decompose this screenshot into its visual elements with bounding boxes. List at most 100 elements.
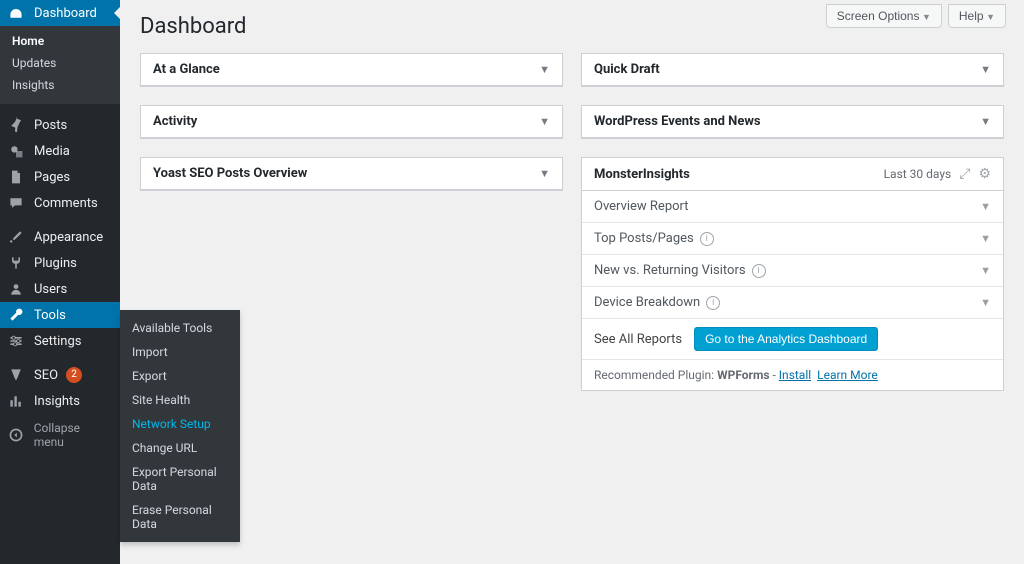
sidebar-item-dashboard[interactable]: Dashboard: [0, 0, 120, 26]
panel-activity: Activity ▼: [140, 105, 563, 139]
mi-rec-prefix: Recommended Plugin:: [594, 368, 717, 382]
panel-head[interactable]: Yoast SEO Posts Overview ▼: [141, 158, 562, 190]
expand-icon[interactable]: ⤢: [959, 166, 970, 182]
mi-row-label: New vs. Returning Visitors: [594, 263, 746, 278]
chart-icon: [8, 393, 26, 409]
info-icon[interactable]: i: [706, 296, 720, 310]
sidebar-item-label: Settings: [34, 334, 81, 349]
mi-row-label: Overview Report: [594, 199, 689, 214]
brush-icon: [8, 229, 26, 245]
panel-head: MonsterInsights Last 30 days ⤢ ⚙: [582, 158, 1003, 191]
dashboard-col-left: At a Glance ▼ Activity ▼ Yoast SEO Posts…: [140, 53, 563, 209]
mi-learn-link[interactable]: Learn More: [817, 368, 878, 382]
sidebar-item-plugins[interactable]: Plugins: [0, 250, 120, 276]
panel-at-a-glance: At a Glance ▼: [140, 53, 563, 87]
panel-quick-draft: Quick Draft ▼: [581, 53, 1004, 87]
yoast-icon: [8, 367, 26, 383]
chevron-down-icon[interactable]: ▼: [980, 115, 991, 128]
mi-row-label: Device Breakdown: [594, 295, 700, 310]
chevron-down-icon[interactable]: ▼: [539, 63, 550, 76]
sidebar-item-posts[interactable]: Posts: [0, 112, 120, 138]
chevron-down-icon: ▼: [980, 264, 991, 277]
panel-title: At a Glance: [153, 62, 220, 77]
sidebar-item-appearance[interactable]: Appearance: [0, 224, 120, 250]
sidebar-item-label: Pages: [34, 170, 70, 185]
sidebar-item-insights[interactable]: Insights: [0, 388, 120, 414]
sidebar-item-settings[interactable]: Settings: [0, 328, 120, 354]
panel-monsterinsights: MonsterInsights Last 30 days ⤢ ⚙ Overvie…: [581, 157, 1004, 391]
pin-icon: [8, 117, 26, 133]
panel-title: Quick Draft: [594, 62, 660, 77]
panel-head[interactable]: Quick Draft ▼: [582, 54, 1003, 86]
panel-title: MonsterInsights: [594, 167, 690, 182]
mi-see-all-reports[interactable]: See All Reports: [594, 332, 682, 347]
dashboard-submenu: Home Updates Insights: [0, 26, 120, 104]
panel-head[interactable]: Activity ▼: [141, 106, 562, 138]
plugin-icon: [8, 255, 26, 271]
panel-title: WordPress Events and News: [594, 114, 761, 129]
mi-row-device[interactable]: Device Breakdown i ▼: [582, 287, 1003, 319]
sliders-icon: [8, 333, 26, 349]
page-icon: [8, 169, 26, 185]
sidebar-item-label: Collapse menu: [34, 421, 112, 449]
sidebar-item-seo[interactable]: SEO 2: [0, 362, 120, 388]
panel-title: Yoast SEO Posts Overview: [153, 166, 307, 181]
mi-install-link[interactable]: Install: [779, 368, 811, 382]
sidebar-sub-insights[interactable]: Insights: [0, 74, 120, 96]
sidebar-item-label: Users: [34, 282, 67, 297]
sidebar-item-label: Posts: [34, 118, 67, 133]
panel-yoast-overview: Yoast SEO Posts Overview ▼: [140, 157, 563, 191]
admin-sidebar: Dashboard Home Updates Insights Posts Me…: [0, 0, 120, 564]
chevron-down-icon[interactable]: ▼: [539, 115, 550, 128]
chevron-down-icon: ▼: [980, 200, 991, 213]
sidebar-item-comments[interactable]: Comments: [0, 190, 120, 216]
mi-rec-plugin: WPForms: [717, 368, 769, 382]
mi-date-range: Last 30 days: [884, 167, 952, 181]
sidebar-item-tools[interactable]: Tools: [0, 302, 120, 328]
sidebar-item-media[interactable]: Media: [0, 138, 120, 164]
mi-cta-button[interactable]: Go to the Analytics Dashboard: [694, 327, 878, 351]
panel-title: Activity: [153, 114, 197, 129]
mi-row-top-posts[interactable]: Top Posts/Pages i ▼: [582, 223, 1003, 255]
media-icon: [8, 143, 26, 159]
user-icon: [8, 281, 26, 297]
chevron-down-icon: ▼: [980, 296, 991, 309]
info-icon[interactable]: i: [752, 264, 766, 278]
panel-events-news: WordPress Events and News ▼: [581, 105, 1004, 139]
sidebar-item-label: Tools: [34, 308, 66, 323]
comments-icon: [8, 195, 26, 211]
dashboard-icon: [8, 5, 26, 21]
chevron-down-icon[interactable]: ▼: [539, 167, 550, 180]
sidebar-item-pages[interactable]: Pages: [0, 164, 120, 190]
sidebar-item-label: Plugins: [34, 256, 77, 271]
chevron-down-icon: ▼: [980, 232, 991, 245]
sidebar-collapse[interactable]: Collapse menu: [0, 422, 120, 448]
page-title: Dashboard: [140, 14, 1004, 39]
mi-row-visitors[interactable]: New vs. Returning Visitors i ▼: [582, 255, 1003, 287]
sidebar-sub-updates[interactable]: Updates: [0, 52, 120, 74]
mi-actions: See All Reports Go to the Analytics Dash…: [582, 319, 1003, 360]
sidebar-item-label: Media: [34, 144, 70, 159]
sidebar-item-label: SEO: [34, 368, 58, 383]
dashboard-col-right: Quick Draft ▼ WordPress Events and News …: [581, 53, 1004, 409]
chevron-down-icon[interactable]: ▼: [980, 63, 991, 76]
sidebar-item-label: Appearance: [34, 230, 103, 245]
mi-rec-sep: -: [770, 368, 779, 382]
mi-row-overview[interactable]: Overview Report ▼: [582, 191, 1003, 223]
sidebar-sub-home[interactable]: Home: [0, 30, 120, 52]
info-icon[interactable]: i: [700, 232, 714, 246]
seo-badge: 2: [66, 367, 82, 383]
panel-head[interactable]: At a Glance ▼: [141, 54, 562, 86]
mi-recommended: Recommended Plugin: WPForms - Install Le…: [582, 360, 1003, 390]
sidebar-item-label: Dashboard: [34, 6, 97, 21]
mi-body: Overview Report ▼ Top Posts/Pages i ▼ Ne…: [582, 191, 1003, 390]
main-content: Dashboard At a Glance ▼ Activity ▼ Yoast…: [120, 0, 1024, 564]
sidebar-item-label: Comments: [34, 196, 98, 211]
sidebar-item-users[interactable]: Users: [0, 276, 120, 302]
panel-head[interactable]: WordPress Events and News ▼: [582, 106, 1003, 138]
gear-icon[interactable]: ⚙: [978, 166, 991, 182]
sidebar-item-label: Insights: [34, 394, 80, 409]
wrench-icon: [8, 307, 26, 323]
mi-row-label: Top Posts/Pages: [594, 231, 694, 246]
collapse-icon: [8, 427, 26, 443]
